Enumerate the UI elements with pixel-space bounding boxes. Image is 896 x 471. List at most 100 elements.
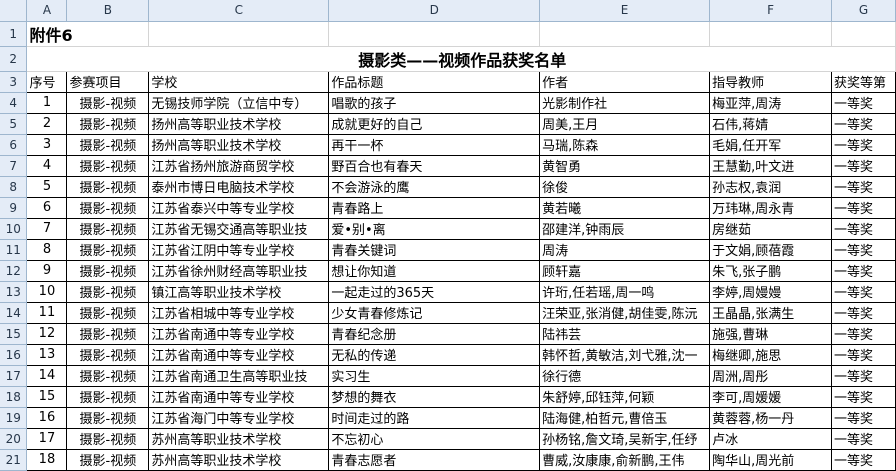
cell-work-title[interactable]: 再干一杯: [328, 133, 541, 156]
column-header-e[interactable]: E: [539, 0, 711, 22]
cell-work-title[interactable]: 一起走过的365天: [328, 280, 541, 303]
cell-award[interactable]: 一等奖: [830, 196, 896, 219]
cell-work-title[interactable]: 青春路上: [328, 196, 541, 219]
cell-category[interactable]: 摄影-视频: [66, 238, 150, 261]
cell-category[interactable]: 摄影-视频: [66, 259, 150, 282]
cell-work-title[interactable]: 唱歌的孩子: [328, 91, 541, 114]
cell-work-title[interactable]: 不会游泳的鹰: [328, 175, 541, 198]
cell-award[interactable]: 一等奖: [830, 385, 896, 408]
cell-index[interactable]: 6: [26, 196, 68, 219]
cell-category[interactable]: 摄影-视频: [66, 133, 150, 156]
cell-work-title[interactable]: 不忘初心: [328, 427, 541, 450]
cell-index[interactable]: 9: [26, 259, 68, 282]
header-cell-index[interactable]: 序号: [26, 70, 68, 93]
cell-advisor[interactable]: 施强,曹琳: [709, 322, 832, 345]
header-cell-author[interactable]: 作者: [539, 70, 711, 93]
cell-index[interactable]: 4: [26, 154, 68, 177]
cell-index[interactable]: 17: [26, 427, 68, 450]
cell-index[interactable]: 7: [26, 217, 68, 240]
cell-category[interactable]: 摄影-视频: [66, 175, 150, 198]
cell-author[interactable]: 陆祎芸: [539, 322, 711, 345]
cell-advisor[interactable]: 周洲,周彤: [709, 364, 832, 387]
cell-category[interactable]: 摄影-视频: [66, 280, 150, 303]
cell-author[interactable]: 徐行德: [539, 364, 711, 387]
cell-advisor[interactable]: 万玮琳,周永青: [709, 196, 832, 219]
row-header[interactable]: 5: [0, 113, 28, 135]
cell-award[interactable]: 一等奖: [830, 133, 896, 156]
cell-award[interactable]: 一等奖: [830, 406, 896, 429]
cell-advisor[interactable]: 石伟,蒋婧: [709, 112, 832, 135]
row-header[interactable]: 9: [0, 197, 28, 219]
cell-advisor[interactable]: 孙志权,袁润: [709, 175, 832, 198]
header-cell-title[interactable]: 作品标题: [328, 70, 541, 93]
cell-work-title[interactable]: 时间走过的路: [328, 406, 541, 429]
cell-category[interactable]: 摄影-视频: [66, 406, 150, 429]
column-header-a[interactable]: A: [26, 0, 68, 22]
cell-author[interactable]: 曹威,汝康康,俞新鹏,王伟: [539, 448, 711, 471]
cell-advisor[interactable]: 朱飞,张子鹏: [709, 259, 832, 282]
cell-advisor[interactable]: 陶华山,周光前: [709, 448, 832, 471]
cell-author[interactable]: 黄若曦: [539, 196, 711, 219]
cell-work-title[interactable]: 爱•别•离: [328, 217, 541, 240]
cell[interactable]: [709, 21, 832, 47]
cell-advisor[interactable]: 于文娟,顾蓓霞: [709, 238, 832, 261]
cell-school[interactable]: 扬州高等职业技术学校: [148, 133, 330, 156]
cell-index[interactable]: 13: [26, 343, 68, 366]
cell-advisor[interactable]: 黄蓉蓉,杨一丹: [709, 406, 832, 429]
cell-award[interactable]: 一等奖: [830, 238, 896, 261]
cell-index[interactable]: 1: [26, 91, 68, 114]
row-header[interactable]: 17: [0, 365, 28, 387]
row-header[interactable]: 19: [0, 407, 28, 429]
row-header[interactable]: 12: [0, 260, 28, 282]
row-header[interactable]: 8: [0, 176, 28, 198]
cell-award[interactable]: 一等奖: [830, 448, 896, 471]
cell-category[interactable]: 摄影-视频: [66, 217, 150, 240]
cell-advisor[interactable]: 毛娟,任开军: [709, 133, 832, 156]
cell-school[interactable]: 镇江高等职业技术学校: [148, 280, 330, 303]
cell-category[interactable]: 摄影-视频: [66, 91, 150, 114]
cell-author[interactable]: 邵建洋,钟雨辰: [539, 217, 711, 240]
cell-work-title[interactable]: 少女青春修炼记: [328, 301, 541, 324]
cell-category[interactable]: 摄影-视频: [66, 427, 150, 450]
cell-index[interactable]: 8: [26, 238, 68, 261]
header-cell-award[interactable]: 获奖等第: [830, 70, 896, 93]
cell-work-title[interactable]: 梦想的舞衣: [328, 385, 541, 408]
cell-school[interactable]: 江苏省南通中等专业学校: [148, 343, 330, 366]
cell[interactable]: [328, 21, 541, 47]
row-header[interactable]: 15: [0, 323, 28, 345]
cell-advisor[interactable]: 李婷,周嫚嫚: [709, 280, 832, 303]
cell[interactable]: [148, 21, 330, 47]
cell-category[interactable]: 摄影-视频: [66, 343, 150, 366]
cell-school[interactable]: 江苏省徐州财经高等职业技: [148, 259, 330, 282]
cell-category[interactable]: 摄影-视频: [66, 196, 150, 219]
cell-school[interactable]: 苏州高等职业技术学校: [148, 448, 330, 471]
cell-advisor[interactable]: 王慧勤,叶文进: [709, 154, 832, 177]
cell-category[interactable]: 摄影-视频: [66, 322, 150, 345]
row-header[interactable]: 10: [0, 218, 28, 240]
row-header[interactable]: 14: [0, 302, 28, 324]
header-cell-category[interactable]: 参赛项目: [66, 70, 150, 93]
cell-author[interactable]: 许珩,任若瑶,周一鸣: [539, 280, 711, 303]
cell-school[interactable]: 无锡技师学院（立信中专）: [148, 91, 330, 114]
row-header[interactable]: 11: [0, 239, 28, 261]
row-header[interactable]: 2: [0, 46, 28, 72]
cell-school[interactable]: 泰州市博日电脑技术学校: [148, 175, 330, 198]
row-header[interactable]: 7: [0, 155, 28, 177]
cell-work-title[interactable]: 想让你知道: [328, 259, 541, 282]
cell-school[interactable]: 江苏省南通中等专业学校: [148, 385, 330, 408]
cell-school[interactable]: 江苏省相城中等专业学校: [148, 301, 330, 324]
cell-school[interactable]: 江苏省泰兴中等专业学校: [148, 196, 330, 219]
cell-work-title[interactable]: 成就更好的自己: [328, 112, 541, 135]
header-cell-advisor[interactable]: 指导教师: [709, 70, 832, 93]
cell-author[interactable]: 周涛: [539, 238, 711, 261]
row-header[interactable]: 20: [0, 428, 28, 450]
cell-award[interactable]: 一等奖: [830, 322, 896, 345]
cell-author[interactable]: 徐俊: [539, 175, 711, 198]
cell-school[interactable]: 江苏省南通卫生高等职业技: [148, 364, 330, 387]
row-header[interactable]: 21: [0, 449, 28, 471]
cell-index[interactable]: 14: [26, 364, 68, 387]
cell-advisor[interactable]: 房继茹: [709, 217, 832, 240]
cell-index[interactable]: 15: [26, 385, 68, 408]
column-header-f[interactable]: F: [709, 0, 832, 22]
cell-author[interactable]: 朱舒婷,邱钰萍,何颖: [539, 385, 711, 408]
